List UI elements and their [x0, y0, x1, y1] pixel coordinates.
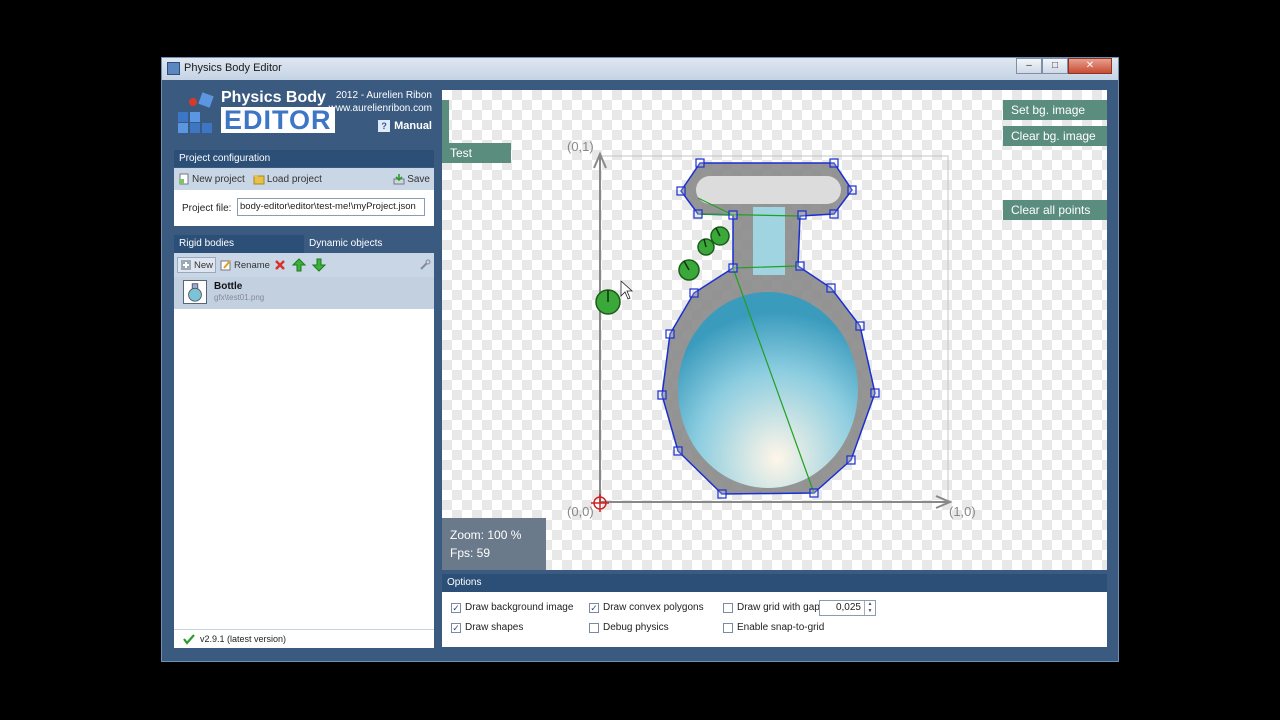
title-bar[interactable]: Physics Body Editor – □ ✕ [162, 58, 1118, 80]
tab-rigid-bodies[interactable]: Rigid bodies [174, 235, 304, 253]
folder-icon [253, 175, 265, 185]
check-icon [183, 634, 195, 645]
draw-grid-checkbox[interactable] [723, 602, 733, 613]
debug-physics-checkbox[interactable] [589, 622, 599, 633]
draw-convex-checkbox[interactable]: ✓ [589, 602, 599, 613]
logo-area: Physics Body EDITOR 2012 - Aurelien Ribo… [174, 80, 434, 150]
rename-icon [220, 260, 231, 271]
settings-wrench-icon[interactable] [419, 259, 431, 271]
draw-convex-label: Draw convex polygons [603, 602, 704, 613]
manual-link[interactable]: ? Manual [378, 120, 432, 132]
project-file-label: Project file: [182, 203, 232, 214]
close-button[interactable]: ✕ [1068, 58, 1112, 74]
draw-grid-option[interactable]: Draw grid with gap [723, 602, 820, 613]
list-item[interactable]: Bottle gfx\test01.png [174, 277, 434, 309]
save-icon [393, 174, 405, 185]
draw-shapes-checkbox[interactable]: ✓ [451, 622, 461, 633]
zoom-info-box: Zoom: 100 % Fps: 59 [442, 518, 546, 570]
save-label: Save [407, 173, 430, 185]
debug-physics-label: Debug physics [603, 622, 669, 633]
move-down-icon[interactable] [311, 258, 326, 272]
rename-body-button[interactable]: Rename [220, 259, 270, 271]
add-icon [181, 260, 191, 270]
draw-shapes-option[interactable]: ✓ Draw shapes [451, 622, 523, 633]
stepper-arrows-icon[interactable]: ▲ ▼ [864, 601, 875, 615]
minimize-button[interactable]: – [1016, 58, 1042, 74]
manual-label: Manual [394, 120, 432, 132]
app-window: Physics Body Editor – □ ✕ Physics Body E… [161, 57, 1119, 662]
new-body-button[interactable]: New [177, 257, 217, 273]
maximize-button[interactable]: □ [1042, 58, 1068, 74]
draw-convex-option[interactable]: ✓ Draw convex polygons [589, 602, 704, 613]
coord-label-0-1: (0,1) [567, 139, 594, 154]
bodies-toolbar: New Rename [174, 253, 434, 277]
draw-grid-label: Draw grid with gap [737, 602, 820, 613]
draw-bg-image-label: Draw background image [465, 602, 574, 613]
snap-grid-option[interactable]: Enable snap-to-grid [723, 622, 824, 633]
new-project-label: New project [192, 173, 245, 185]
snap-grid-checkbox[interactable] [723, 622, 733, 633]
project-file-row: Project file: body-editor\editor\test-me… [174, 190, 434, 226]
logo-subtitle: EDITOR [221, 107, 335, 134]
zoom-text: Zoom: 100 % [450, 528, 522, 542]
snap-grid-label: Enable snap-to-grid [737, 622, 825, 633]
coord-label-0-0: (0,0) [567, 504, 594, 519]
load-project-label: Load project [266, 173, 322, 185]
delete-icon[interactable] [274, 259, 286, 271]
options-header: Options [442, 574, 1107, 592]
debug-physics-option[interactable]: Debug physics [589, 622, 669, 633]
save-button[interactable]: Save [393, 173, 430, 185]
app-icon [167, 62, 180, 75]
body-name: Bottle [214, 281, 243, 292]
grid-gap-stepper[interactable]: 0,025 ▲ ▼ [819, 600, 876, 616]
new-project-button[interactable]: New project [178, 173, 245, 185]
body-path: gfx\test01.png [214, 293, 265, 302]
grid-gap-value: 0,025 [835, 602, 861, 613]
fps-text: Fps: 59 [450, 546, 491, 560]
editor-canvas[interactable]: Test Set bg. image Clear bg. image Clear… [442, 90, 1107, 570]
project-toolbar: New project Load project Save [174, 168, 434, 190]
body-tabs: Rigid bodies Dynamic objects [174, 235, 434, 253]
draw-bg-image-option[interactable]: ✓ Draw background image [451, 602, 573, 613]
logo-url[interactable]: www.aurelienribon.com [329, 103, 432, 114]
load-project-button[interactable]: Load project [253, 173, 322, 185]
bottle-thumbnail [183, 280, 207, 304]
bodies-list: Bottle gfx\test01.png [174, 277, 434, 629]
version-text: v2.9.1 (latest version) [200, 634, 287, 644]
new-file-icon [179, 173, 189, 185]
logo-author: 2012 - Aurelien Ribon [335, 90, 432, 101]
coord-label-1-0: (1,0) [949, 504, 976, 519]
draw-bg-image-checkbox[interactable]: ✓ [451, 602, 461, 613]
new-body-label: New [194, 259, 214, 271]
mouse-cursor-icon [620, 280, 634, 300]
tab-dynamic-objects[interactable]: Dynamic objects [304, 235, 434, 253]
window-title: Physics Body Editor [184, 62, 282, 74]
window-controls: – □ ✕ [1016, 58, 1112, 74]
draw-shapes-label: Draw shapes [465, 622, 524, 633]
logo-icon [178, 92, 214, 133]
rename-body-label: Rename [234, 259, 270, 271]
project-file-field[interactable]: body-editor\editor\test-me!\myProject.js… [237, 198, 425, 216]
project-config-header: Project configuration [174, 150, 434, 167]
manual-icon: ? [378, 120, 391, 132]
canvas-drawing [591, 151, 953, 512]
move-up-icon[interactable] [291, 258, 306, 272]
options-panel: ✓ Draw background image ✓ Draw shapes ✓ … [442, 592, 1107, 647]
status-bar: v2.9.1 (latest version) [174, 629, 434, 648]
left-panel: Physics Body EDITOR 2012 - Aurelien Ribo… [174, 80, 434, 648]
